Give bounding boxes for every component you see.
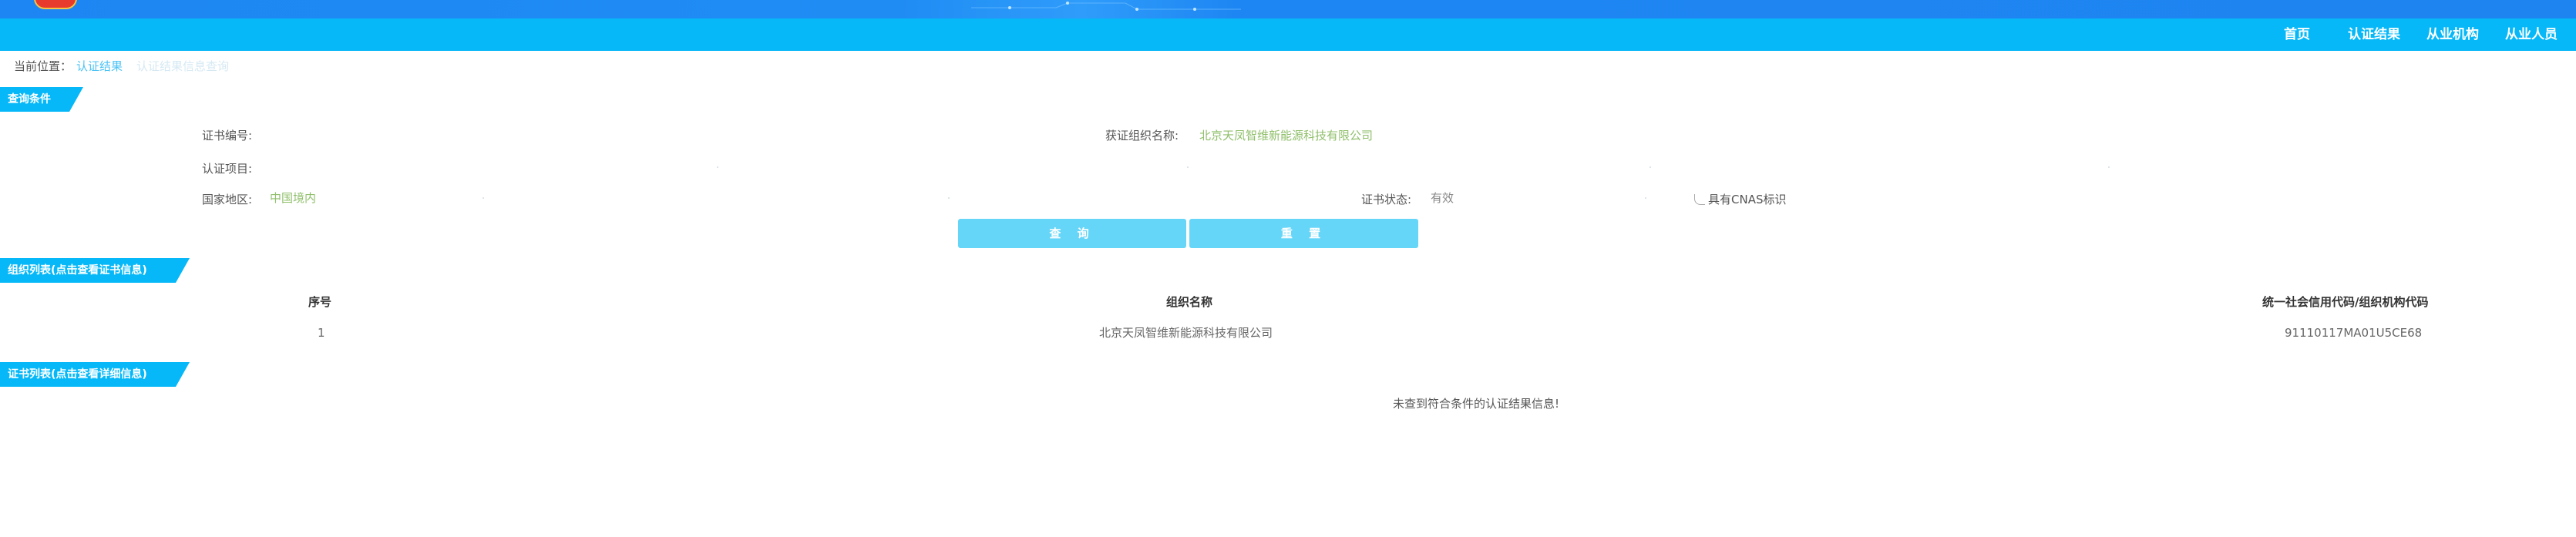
breadcrumb: 当前位置： 认证结果 认证结果信息查询 — [14, 57, 229, 76]
dropdown-marker — [948, 197, 950, 199]
dropdown-marker — [2108, 166, 2110, 168]
table-cell-org-name[interactable]: 北京天凤智维新能源科技有限公司 — [1099, 324, 1273, 342]
table-cell-index[interactable]: 1 — [318, 324, 325, 342]
cert-no-input[interactable] — [259, 126, 583, 145]
dropdown-marker — [1645, 197, 1646, 199]
empty-result-message: 未查到符合条件的认证结果信息! — [1393, 397, 1560, 411]
cert-list-header: 证书列表(点击查看详细信息) — [0, 362, 190, 387]
nav-home[interactable]: 首页 — [2284, 18, 2310, 51]
cert-no-label: 证书编号: — [202, 129, 253, 143]
breadcrumb-link-results[interactable]: 认证结果 — [76, 59, 123, 73]
project-input[interactable] — [259, 159, 1184, 178]
emblem-logo — [34, 0, 77, 9]
breadcrumb-label: 当前位置： — [14, 59, 72, 73]
dropdown-marker — [1650, 166, 1651, 168]
table-cell-credit-code[interactable]: 91110117MA01U5CE68 — [2285, 324, 2422, 342]
dropdown-marker — [1187, 166, 1189, 168]
org-name-label: 获证组织名称: — [1105, 129, 1179, 143]
top-banner — [0, 0, 2576, 18]
dropdown-marker — [483, 197, 484, 199]
project-label: 认证项目: — [202, 162, 253, 176]
circuit-decoration — [971, 2, 1241, 11]
status-select[interactable]: 有效 — [1431, 189, 1454, 207]
nav-practitioners[interactable]: 从业人员 — [2505, 18, 2558, 51]
main-nav: 首页 认证结果 从业机构 从业人员 — [0, 18, 2576, 51]
nav-institutions[interactable]: 从业机构 — [2426, 18, 2479, 51]
nav-certification-results[interactable]: 认证结果 — [2348, 18, 2400, 51]
cnas-checkbox[interactable] — [1694, 194, 1705, 205]
query-section-header: 查询条件 — [0, 87, 83, 112]
query-button[interactable]: 查 询 — [958, 219, 1186, 248]
reset-button[interactable]: 重 置 — [1189, 219, 1418, 248]
col-header-credit-code: 统一社会信用代码/组织机构代码 — [2262, 295, 2429, 309]
org-name-input[interactable]: 北京天凤智维新能源科技有限公司 — [1199, 126, 1373, 145]
dropdown-marker — [717, 166, 718, 168]
col-header-org-name: 组织名称 — [1166, 295, 1213, 309]
breadcrumb-current: 认证结果信息查询 — [136, 59, 230, 73]
status-label: 证书状态: — [1361, 193, 1412, 206]
cnas-checkbox-label: 具有CNAS标识 — [1708, 193, 1787, 206]
region-label: 国家地区: — [202, 193, 253, 206]
col-header-index: 序号 — [308, 295, 332, 309]
org-list-header: 组织列表(点击查看证书信息) — [0, 258, 190, 283]
region-select[interactable]: 中国境内 — [270, 189, 316, 207]
